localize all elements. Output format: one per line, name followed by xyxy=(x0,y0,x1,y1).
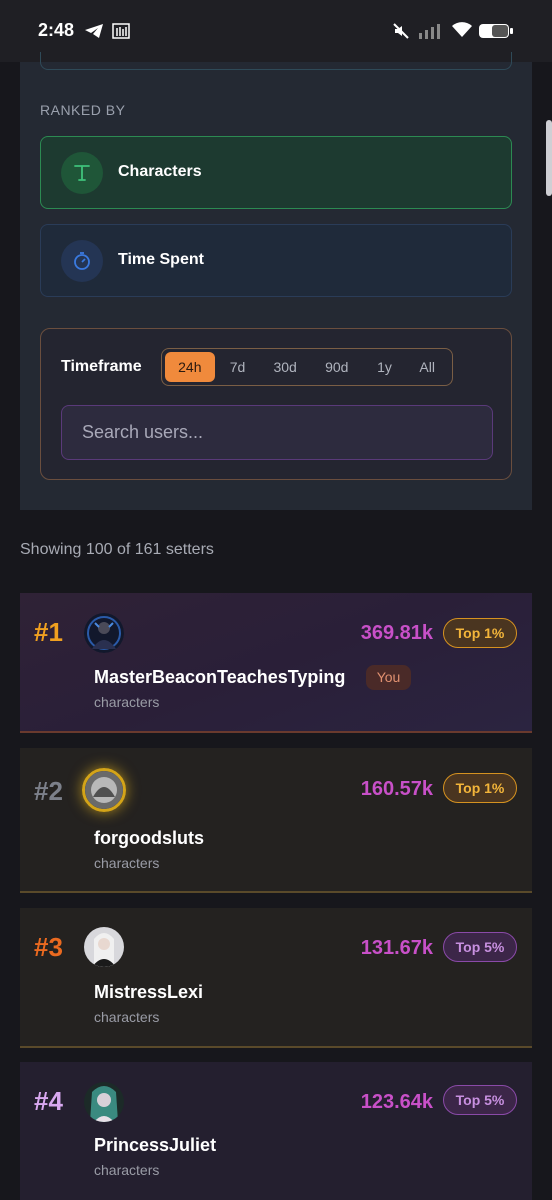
rank-number: #1 xyxy=(34,617,63,647)
score-unit: characters xyxy=(94,855,160,871)
time-spent-option-label: Time Spent xyxy=(118,251,204,268)
username[interactable]: MistressLexi xyxy=(94,982,203,1003)
text-t-icon xyxy=(61,152,103,194)
timeframe-label: Timeframe xyxy=(61,358,142,375)
leaderboard-row[interactable]: #2 160.57k Top 1% forgoodsluts character… xyxy=(20,748,532,893)
timeframe-7d[interactable]: 7d xyxy=(215,352,261,382)
you-badge: You xyxy=(366,665,411,690)
mute-icon xyxy=(393,23,409,39)
timeframe-90d[interactable]: 90d xyxy=(310,352,364,382)
characters-option-label: Characters xyxy=(118,163,202,180)
signal-icon xyxy=(419,24,440,39)
telegram-icon xyxy=(85,24,103,38)
rank-number: #2 xyxy=(34,776,63,806)
leaderboard-row[interactable]: #3 131.67k Top 5% MistressLexi character… xyxy=(20,908,532,1048)
score-value: 131.67k xyxy=(360,937,433,959)
leaderboard-row[interactable]: #1 369.81k Top 1% MasterBeaconTeachesTyp… xyxy=(20,593,532,733)
avatar[interactable] xyxy=(82,768,126,812)
timeframe-selector: 24h 7d 30d 90d 1y All xyxy=(161,348,453,386)
percentile-badge: Top 1% xyxy=(443,618,517,648)
status-time: 2:48 xyxy=(38,20,75,40)
timeframe-30d[interactable]: 30d xyxy=(260,352,310,382)
percentile-badge: Top 5% xyxy=(443,1085,517,1115)
score-value: 123.64k xyxy=(360,1091,433,1113)
score-unit: characters xyxy=(94,694,160,710)
score-unit: characters xyxy=(94,1009,160,1025)
avatar[interactable] xyxy=(84,613,124,653)
rank-number: #3 xyxy=(34,932,63,962)
score-value: 369.81k xyxy=(360,622,433,644)
timeframe-24h[interactable]: 24h xyxy=(165,352,215,382)
score-unit: characters xyxy=(94,1162,160,1178)
avatar[interactable] xyxy=(84,927,124,967)
score-value: 160.57k xyxy=(360,778,433,800)
previous-section-edge xyxy=(40,52,512,70)
search-field xyxy=(61,405,493,460)
percentile-badge: Top 5% xyxy=(443,932,517,962)
wifi-icon xyxy=(452,22,472,37)
username[interactable]: forgoodsluts xyxy=(94,828,204,849)
ranked-by-time-spent-option[interactable]: Time Spent xyxy=(40,224,512,297)
rank-number: #4 xyxy=(34,1086,63,1116)
scrollbar[interactable] xyxy=(546,120,552,196)
stopwatch-icon xyxy=(61,240,103,282)
ranking-settings-panel: RANKED BY Characters Time Spent Timefram… xyxy=(20,52,532,510)
timeframe-box: Timeframe 24h 7d 30d 90d 1y All xyxy=(40,328,512,480)
avatar[interactable] xyxy=(84,1082,124,1122)
search-input[interactable] xyxy=(62,406,492,459)
percentile-badge: Top 1% xyxy=(443,773,517,803)
username[interactable]: PrincessJuliet xyxy=(94,1135,216,1156)
timeframe-all[interactable]: All xyxy=(405,352,449,382)
timeframe-1y[interactable]: 1y xyxy=(364,352,406,382)
ranked-by-label: RANKED BY xyxy=(40,102,126,118)
battery-icon xyxy=(479,24,513,38)
audio-bars-icon xyxy=(112,23,130,39)
ranked-by-characters-option[interactable]: Characters xyxy=(40,136,512,209)
username[interactable]: MasterBeaconTeachesTyping xyxy=(94,667,345,688)
showing-count: Showing 100 of 161 setters xyxy=(20,541,214,558)
leaderboard-row[interactable]: #4 123.64k Top 5% PrincessJuliet charact… xyxy=(20,1062,532,1200)
